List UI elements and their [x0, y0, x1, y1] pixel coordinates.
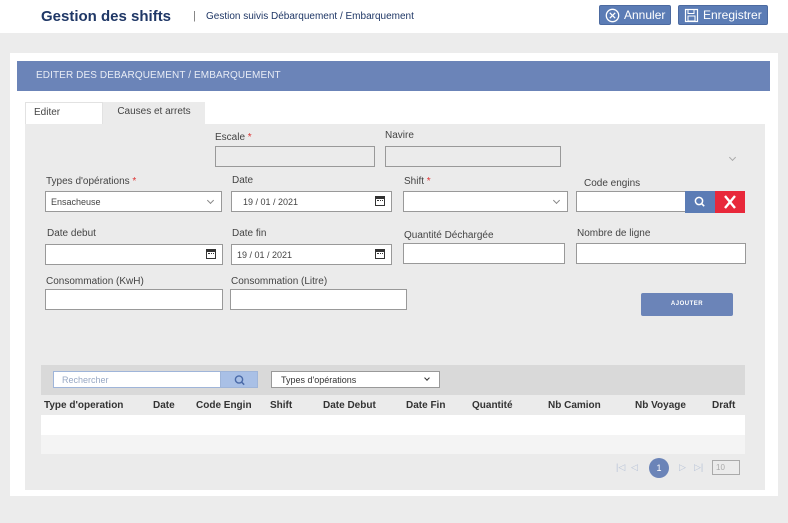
column-header-type-operation[interactable]: Type d'operation	[44, 400, 123, 411]
table-row	[41, 435, 745, 454]
column-header-quantite[interactable]: Quantité	[472, 400, 513, 411]
column-header-code-engin[interactable]: Code Engin	[196, 400, 252, 411]
date-fin-field[interactable]: 19 / 01 / 2021	[231, 244, 392, 265]
calendar-icon[interactable]	[375, 249, 385, 259]
navire-field[interactable]	[385, 146, 561, 167]
navire-label: Navire	[385, 130, 414, 141]
escale-label: Escale *	[215, 132, 252, 143]
nombre-ligne-label: Nombre de ligne	[577, 228, 651, 239]
calendar-icon[interactable]	[375, 196, 385, 206]
nombre-ligne-field[interactable]	[576, 243, 746, 264]
shift-select[interactable]	[403, 191, 568, 212]
next-page-icon[interactable]: ▷	[679, 462, 686, 473]
prev-page-icon[interactable]: ◁	[631, 462, 638, 473]
section-header: EDITER DES DEBARQUEMENT / EMBARQUEMENT	[17, 61, 770, 91]
last-page-icon[interactable]: ▷|	[694, 462, 703, 473]
quantite-dechargee-field[interactable]	[403, 243, 565, 264]
column-header-shift[interactable]: Shift	[270, 400, 292, 411]
escale-field[interactable]	[215, 146, 375, 167]
date-fin-label: Date fin	[232, 228, 267, 239]
consommation-litre-field[interactable]	[230, 289, 407, 310]
date-label: Date	[232, 175, 254, 186]
code-engins-label: Code engins	[584, 178, 641, 189]
chevron-down-icon	[424, 375, 430, 381]
grid-type-filter-select[interactable]: Types d'opérations	[271, 371, 440, 388]
date-debut-field[interactable]	[45, 244, 223, 265]
date-field[interactable]: 19 / 01 / 2021	[231, 191, 392, 212]
consommation-litre-label: Consommation (Litre)	[231, 276, 328, 287]
column-header-nb-camion[interactable]: Nb Camion	[548, 400, 601, 411]
search-icon	[234, 375, 245, 386]
save-button[interactable]: Enregistrer	[678, 5, 768, 25]
cancel-button[interactable]: Annuler	[599, 5, 672, 25]
cancel-icon	[605, 8, 620, 22]
chevron-down-icon	[552, 196, 561, 205]
column-header-date-fin[interactable]: Date Fin	[406, 400, 445, 411]
table-row	[41, 415, 745, 435]
column-header-draft[interactable]: Draft	[712, 400, 735, 411]
consommation-kwh-field[interactable]	[45, 289, 223, 310]
column-header-date[interactable]: Date	[153, 400, 175, 411]
types-operations-value: Ensacheuse	[51, 197, 101, 207]
calendar-icon[interactable]	[206, 249, 216, 259]
date-debut-label: Date debut	[47, 228, 96, 239]
add-button[interactable]: AJOUTER	[641, 293, 733, 316]
save-icon	[684, 8, 699, 22]
column-header-nb-voyage[interactable]: Nb Voyage	[635, 400, 686, 411]
types-operations-select[interactable]: Ensacheuse	[45, 191, 222, 212]
quantite-dechargee-label: Quantité Déchargée	[404, 230, 494, 241]
tab-editer[interactable]: Editer	[25, 102, 103, 124]
page-size-field[interactable]: 10	[712, 460, 740, 475]
grid-search-input[interactable]: Rechercher	[53, 371, 221, 388]
tab-causes-et-arrets[interactable]: Causes et arrets	[103, 102, 205, 124]
grid-type-filter-value: Types d'opérations	[281, 375, 357, 385]
code-engins-clear-button[interactable]	[715, 191, 745, 213]
types-operations-label: Types d'opérations *	[46, 176, 137, 187]
date-value: 19 / 01 / 2021	[243, 197, 299, 207]
save-label: Enregistrer	[703, 8, 762, 22]
shift-label: Shift *	[404, 176, 431, 187]
current-page-button[interactable]: 1	[649, 458, 669, 478]
code-engins-search-button[interactable]	[685, 191, 715, 213]
first-page-icon[interactable]: |◁	[616, 462, 625, 473]
app-title: Gestion des shifts	[41, 8, 172, 25]
date-fin-value: 19 / 01 / 2021	[237, 250, 293, 260]
search-icon	[694, 196, 705, 207]
code-engins-field[interactable]	[576, 191, 686, 212]
consommation-kwh-label: Consommation (KwH)	[46, 276, 144, 287]
grid-search-button[interactable]	[220, 371, 258, 388]
cancel-label: Annuler	[624, 8, 666, 22]
title-separator: |	[193, 10, 196, 22]
column-header-date-debut[interactable]: Date Debut	[323, 400, 376, 411]
chevron-down-icon	[206, 196, 215, 205]
page-subtitle: Gestion suivis Débarquement / Embarqueme…	[206, 11, 414, 22]
close-icon	[724, 195, 736, 209]
